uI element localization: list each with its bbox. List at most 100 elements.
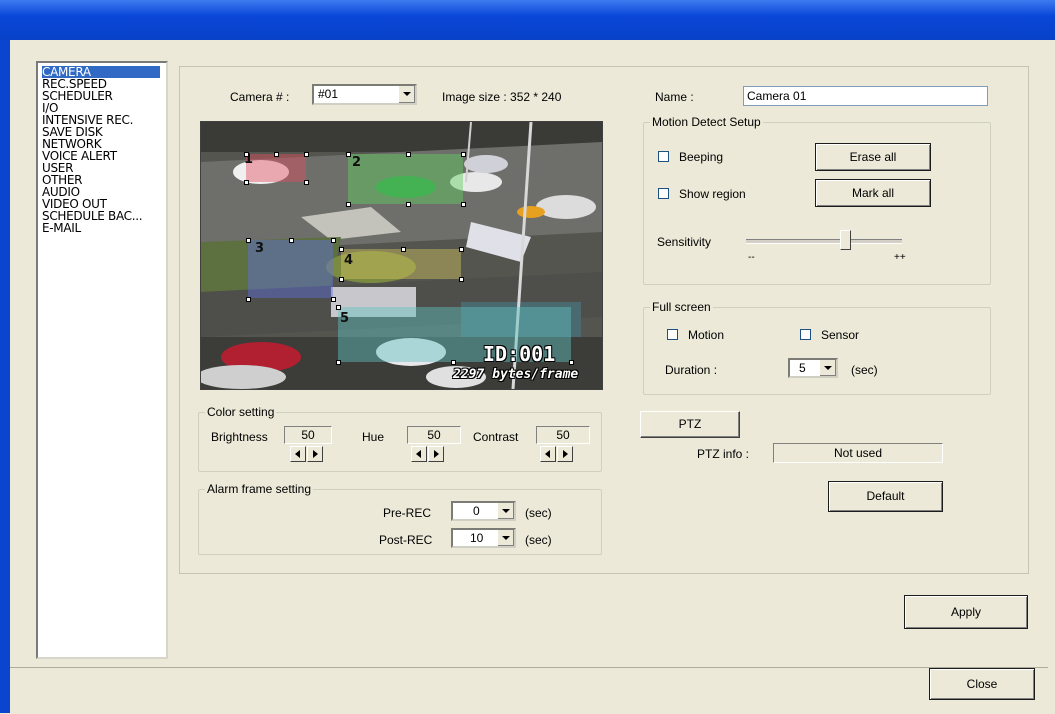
zone-handle[interactable] [346,202,351,207]
list-item-scheduler[interactable]: SCHEDULER [42,90,160,102]
bottom-bar [10,667,1048,714]
motion-zone-1[interactable] [246,154,306,182]
contrast-label: Contrast [473,430,519,444]
default-button[interactable]: Default [828,481,943,512]
motion-zone-4[interactable] [341,249,461,279]
apply-button[interactable]: Apply [904,595,1028,629]
sensitivity-slider-thumb[interactable] [840,230,852,250]
zone-handle[interactable] [461,202,466,207]
pre-rec-unit: (sec) [525,506,552,520]
list-item-voice-alert[interactable]: VOICE ALERT [42,150,160,162]
zone-handle[interactable] [401,247,406,252]
zone-handle[interactable] [339,277,344,282]
duration-label: Duration : [665,363,718,377]
chevron-down-icon[interactable] [497,530,514,546]
zone-handle[interactable] [331,297,336,302]
list-item-rec-speed[interactable]: REC.SPEED [42,78,160,90]
zone-handle[interactable] [459,277,464,282]
post-rec-label: Post-REC [379,533,433,547]
duration-value: 5 [799,361,806,375]
full-screen-group: Full screen [643,300,991,395]
post-rec-select[interactable]: 10 [451,528,516,548]
zone-handle[interactable] [459,247,464,252]
zone-handle[interactable] [331,238,336,243]
pre-rec-select[interactable]: 0 [451,501,516,521]
zone-number-2: 2 [352,155,362,170]
motion-label: Motion [688,328,725,342]
sensor-checkbox[interactable] [800,329,811,340]
brightness-value: 50 [284,426,332,444]
post-rec-value: 10 [470,531,484,545]
category-list[interactable]: CAMERA REC.SPEED SCHEDULER I/O INTENSIVE… [36,61,168,659]
motion-zone-2[interactable] [348,154,463,204]
list-item-schedule-backup[interactable]: SCHEDULE BAC... [42,210,160,222]
zone-handle[interactable] [289,238,294,243]
zone-handle[interactable] [336,305,341,310]
zone-number-4: 4 [344,253,354,268]
list-item-intensive-rec[interactable]: INTENSIVE REC. [42,114,160,126]
beeping-label: Beeping [679,150,724,164]
full-screen-title: Full screen [650,300,713,314]
list-item-email[interactable]: E-MAIL [42,222,160,234]
chevron-down-icon[interactable] [819,360,836,376]
zone-handle[interactable] [406,152,411,157]
erase-all-button[interactable]: Erase all [815,143,931,171]
contrast-increase-button[interactable] [557,446,573,462]
zone-handle[interactable] [304,152,309,157]
list-item-network[interactable]: NETWORK [42,138,160,150]
motion-checkbox[interactable] [667,329,678,340]
sensitivity-track[interactable] [746,239,902,244]
osd-bytes-per-frame: 2297 bytes/frame [453,367,579,382]
sensitivity-max-label: ++ [894,252,906,263]
zone-handle[interactable] [246,238,251,243]
zone-handle[interactable] [346,152,351,157]
list-item-audio[interactable]: AUDIO [42,186,160,198]
contrast-decrease-button[interactable] [540,446,556,462]
list-item-other[interactable]: OTHER [42,174,160,186]
list-item-video-out[interactable]: VIDEO OUT [42,198,160,210]
list-item-user[interactable]: USER [42,162,160,174]
brightness-decrease-button[interactable] [290,446,306,462]
brightness-label: Brightness [211,430,268,444]
hue-increase-button[interactable] [428,446,444,462]
post-rec-unit: (sec) [525,533,552,547]
hue-label: Hue [362,430,385,444]
zone-handle[interactable] [244,180,249,185]
ptz-button[interactable]: PTZ [640,411,740,438]
camera-number-select[interactable]: #01 [312,84,417,105]
duration-unit: (sec) [851,363,878,377]
chevron-down-icon[interactable] [398,86,415,103]
zone-handle[interactable] [244,152,249,157]
zone-handle[interactable] [569,360,574,365]
zone-handle[interactable] [461,152,466,157]
zone-handle[interactable] [274,152,279,157]
camera-name-input[interactable]: Camera 01 [743,86,988,106]
brightness-increase-button[interactable] [307,446,323,462]
alarm-frame-title: Alarm frame setting [205,482,314,496]
list-item-camera[interactable]: CAMERA [42,66,160,78]
mark-all-button[interactable]: Mark all [815,179,931,207]
chevron-down-icon[interactable] [497,503,514,519]
close-button[interactable]: Close [929,668,1035,700]
list-item-save-disk[interactable]: SAVE DISK [42,126,160,138]
zone-handle[interactable] [451,360,456,365]
camera-preview[interactable]: 1 2 3 4 5 ID:001 2297 bytes/frame [200,121,603,390]
zone-handle[interactable] [246,297,251,302]
pre-rec-value: 0 [473,504,480,518]
camera-number-label: Camera # : [230,90,290,104]
hue-decrease-button[interactable] [411,446,427,462]
beeping-checkbox[interactable] [658,151,669,162]
zone-number-3: 3 [255,241,265,256]
zone-handle[interactable] [304,180,309,185]
contrast-value: 50 [536,426,590,444]
hue-value: 50 [407,426,461,444]
duration-select[interactable]: 5 [788,358,838,378]
pre-rec-label: Pre-REC [383,506,432,520]
window-left-border [0,40,10,713]
zone-handle[interactable] [339,247,344,252]
zone-handle[interactable] [406,202,411,207]
sensor-label: Sensor [821,328,860,342]
list-item-io[interactable]: I/O [42,102,160,114]
zone-handle[interactable] [336,360,341,365]
show-region-checkbox[interactable] [658,188,669,199]
